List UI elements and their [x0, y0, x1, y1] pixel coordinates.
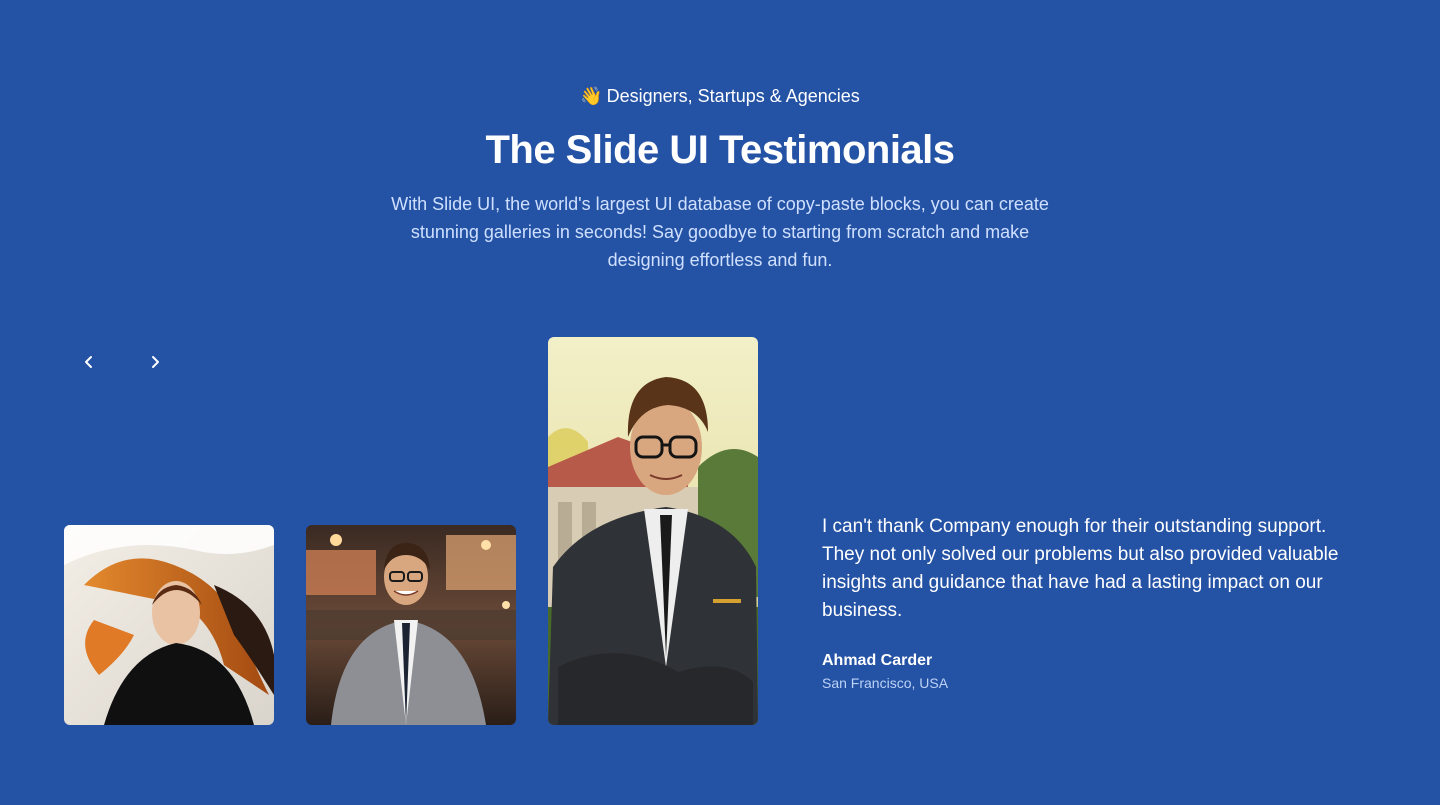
testimonial-quote: I can't thank Company enough for their o… — [822, 516, 1339, 621]
eyebrow-text: Designers, Startups & Agencies — [606, 86, 860, 106]
section-title: The Slide UI Testimonials — [485, 128, 955, 172]
testimonials-section: 👋 Designers, Startups & Agencies The Slid… — [0, 0, 1440, 805]
eyebrow: 👋 Designers, Startups & Agencies — [0, 84, 1440, 108]
waving-hand-icon: 👋 — [580, 86, 603, 106]
next-slide-button[interactable] — [141, 348, 169, 376]
testimonial-photo-1[interactable] — [64, 525, 274, 725]
previous-slide-button[interactable] — [75, 348, 103, 376]
chevron-left-icon — [85, 356, 92, 368]
testimonial-author: Ahmad Carder — [822, 652, 933, 669]
testimonial-photo-2[interactable] — [306, 525, 516, 725]
man-glasses-portrait-image — [548, 337, 758, 725]
testimonial-photo-active[interactable] — [548, 337, 758, 725]
man-smiling-portrait-image — [306, 525, 516, 725]
section-description: With Slide UI, the world's largest UI da… — [391, 194, 1049, 270]
testimonial-location: San Francisco, USA — [822, 675, 949, 691]
woman-portrait-image — [64, 525, 274, 725]
chevron-right-icon — [152, 356, 159, 368]
